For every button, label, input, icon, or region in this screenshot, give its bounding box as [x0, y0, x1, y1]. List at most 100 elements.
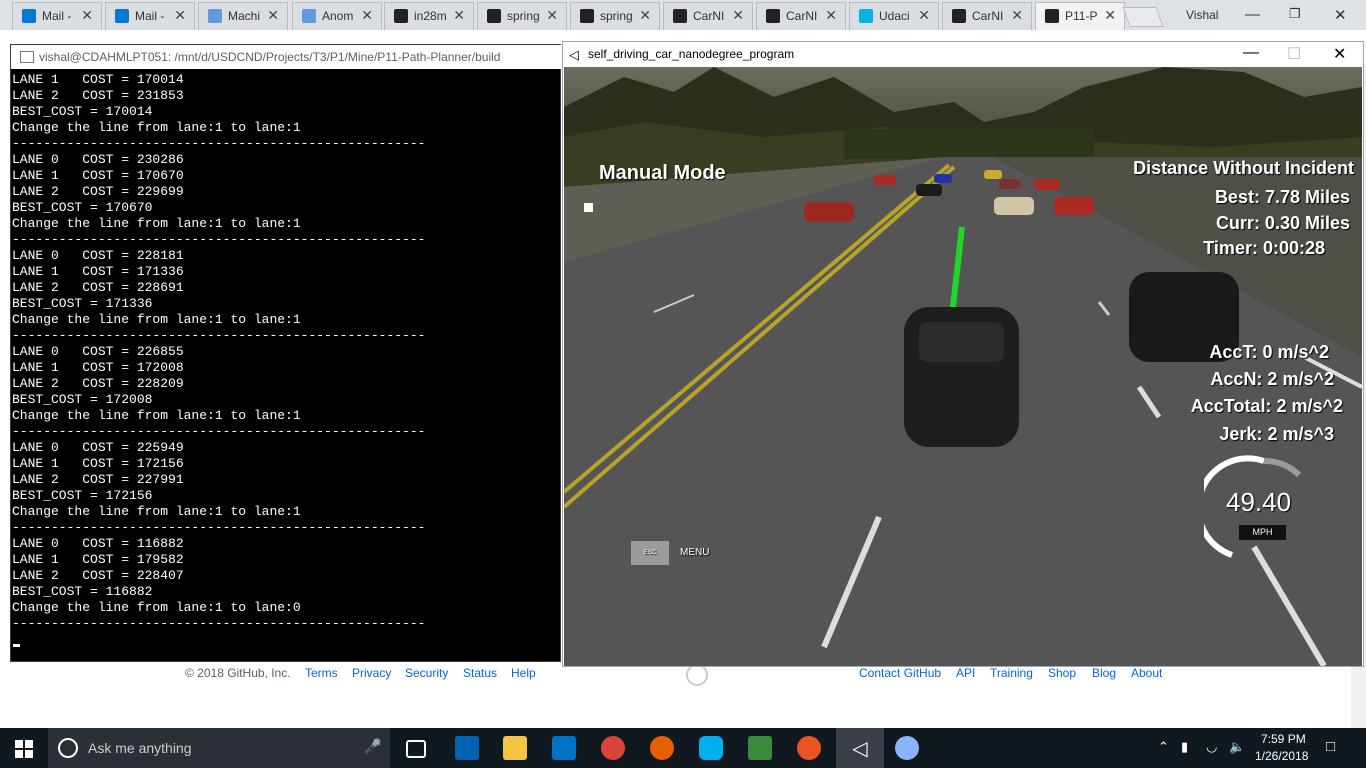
simulator-titlebar[interactable]: ◁ self_driving_car_nanodegree_program — … — [563, 42, 1363, 66]
store-icon[interactable] — [455, 736, 479, 760]
firefox-icon[interactable] — [650, 736, 674, 760]
task-view-icon[interactable] — [406, 740, 426, 758]
browser-tab[interactable]: P11-P ✕ — [1035, 2, 1125, 30]
terminal-cursor — [13, 644, 20, 647]
tab-close-icon[interactable]: ✕ — [546, 7, 558, 24]
tab-favicon-icon — [859, 9, 873, 23]
close-icon[interactable]: ✕ — [1334, 6, 1347, 24]
cortana-icon — [58, 738, 78, 758]
chart-app-icon[interactable] — [748, 736, 772, 760]
tab-label: spring — [600, 9, 633, 23]
terminal-line: LANE 1 COST = 172156 — [12, 456, 184, 471]
chevron-up-icon[interactable]: ⌃ — [1158, 739, 1169, 755]
volume-icon[interactable]: 🔈 — [1229, 739, 1245, 755]
tab-close-icon[interactable]: ✕ — [267, 7, 279, 24]
minimize-icon[interactable]: — — [1243, 44, 1259, 62]
footer-link-privacy[interactable]: Privacy — [352, 666, 391, 680]
browser-tab[interactable]: Machi ✕ — [198, 2, 288, 30]
tab-close-icon[interactable]: ✕ — [732, 7, 744, 24]
footer-link-shop[interactable]: Shop — [1048, 666, 1076, 680]
terminal-line: LANE 0 COST = 230286 — [12, 152, 184, 167]
tab-close-icon[interactable]: ✕ — [1104, 7, 1116, 24]
browser-tab[interactable]: spring ✕ — [570, 2, 660, 30]
tab-close-icon[interactable]: ✕ — [174, 7, 186, 24]
browser-tab[interactable]: Mail - ✕ — [105, 2, 195, 30]
terminal-line: BEST_COST = 171336 — [12, 296, 153, 311]
terminal-line: LANE 1 COST = 170670 — [12, 168, 184, 183]
browser-tab[interactable]: in28m ✕ — [384, 2, 474, 30]
tab-favicon-icon — [208, 9, 222, 23]
footer-link-contact[interactable]: Contact GitHub — [859, 666, 941, 680]
paint-icon[interactable] — [895, 736, 919, 760]
profile-name[interactable]: Vishal — [1186, 8, 1218, 22]
unity-icon: ◁ — [852, 738, 868, 760]
terminal-titlebar[interactable]: vishal@CDAHMLPT051: /mnt/d/USDCND/Projec… — [11, 45, 562, 69]
windows-start-icon[interactable] — [15, 740, 33, 758]
footer-link-about[interactable]: About — [1131, 666, 1162, 680]
browser-tab[interactable]: CarNI ✕ — [663, 2, 753, 30]
tab-close-icon[interactable]: ✕ — [639, 7, 651, 24]
tab-label: Mail - — [135, 9, 165, 23]
browser-tab[interactable]: Udaci ✕ — [849, 2, 939, 30]
tab-favicon-icon — [115, 9, 129, 23]
browser-tab[interactable]: CarNI ✕ — [756, 2, 846, 30]
terminal-line: LANE 0 COST = 116882 — [12, 536, 184, 551]
tab-close-icon[interactable]: ✕ — [1011, 7, 1023, 24]
simulator-title: self_driving_car_nanodegree_program — [588, 47, 795, 61]
browser-tab[interactable]: CarNI ✕ — [942, 2, 1032, 30]
current-distance: Curr: 0.30 Miles — [1215, 213, 1350, 233]
new-tab-button[interactable] — [1122, 7, 1164, 27]
menu-label[interactable]: MENU — [680, 547, 709, 558]
tab-favicon-icon — [22, 9, 36, 23]
ubuntu-icon[interactable] — [797, 736, 821, 760]
terminal-window[interactable]: vishal@CDAHMLPT051: /mnt/d/USDCND/Projec… — [10, 44, 562, 662]
notifications-icon[interactable]: □ — [1326, 738, 1335, 755]
tab-close-icon[interactable]: ✕ — [918, 7, 930, 24]
footer-link-security[interactable]: Security — [405, 666, 448, 680]
terminal-line: LANE 2 COST = 228691 — [12, 280, 184, 295]
footer-link-api[interactable]: API — [956, 666, 975, 680]
minimize-icon[interactable]: — — [1245, 6, 1260, 23]
acc-t: AccT: 0 m/s^2 — [1209, 342, 1329, 362]
skype-icon[interactable] — [699, 736, 723, 760]
battery-icon[interactable]: ▮ — [1181, 739, 1188, 755]
search-box[interactable]: Ask me anything 🎤 — [48, 728, 390, 768]
tab-favicon-icon — [487, 9, 501, 23]
chrome-icon[interactable] — [601, 736, 625, 760]
tab-close-icon[interactable]: ✕ — [361, 7, 373, 24]
esc-key-button[interactable]: ESC — [631, 541, 669, 565]
outlook-icon[interactable] — [552, 736, 576, 760]
clock-time[interactable]: 7:59 PM — [1261, 732, 1306, 746]
tab-close-icon[interactable]: ✕ — [453, 7, 465, 24]
footer-link-terms[interactable]: Terms — [305, 666, 338, 680]
browser-tab[interactable]: spring ✕ — [477, 2, 567, 30]
microphone-icon[interactable]: 🎤 — [364, 738, 381, 755]
wifi-icon[interactable]: ◡ — [1206, 739, 1217, 755]
footer-link-status[interactable]: Status — [463, 666, 497, 680]
tab-favicon-icon — [952, 9, 966, 23]
restore-icon[interactable]: ❐ — [1289, 6, 1301, 22]
tab-close-icon[interactable]: ✕ — [825, 7, 837, 24]
simulator-window[interactable]: ◁ self_driving_car_nanodegree_program — … — [562, 41, 1364, 667]
maximize-icon[interactable]: ☐ — [1287, 44, 1301, 64]
browser-tab[interactable]: Mail - ✕ — [12, 2, 102, 30]
manual-mode-checkbox[interactable] — [584, 203, 593, 212]
terminal-line: LANE 2 COST = 227991 — [12, 472, 184, 487]
terminal-output[interactable]: LANE 1 COST = 170014 LANE 2 COST = 231853… — [12, 72, 560, 632]
footer-link-training[interactable]: Training — [990, 666, 1033, 680]
terminal-line: ----------------------------------------… — [12, 232, 426, 247]
footer-link-blog[interactable]: Blog — [1092, 666, 1116, 680]
tab-close-icon[interactable]: ✕ — [81, 7, 93, 24]
browser-tab[interactable]: Anom ✕ — [292, 2, 382, 30]
taskbar: Ask me anything 🎤 ◁ ⌃ ▮ ◡ 🔈 7:59 PM 1/26… — [0, 728, 1366, 768]
tab-label: in28m — [414, 9, 447, 23]
footer-link-help[interactable]: Help — [511, 666, 536, 680]
clock-date[interactable]: 1/26/2018 — [1255, 749, 1308, 763]
file-explorer-icon[interactable] — [503, 736, 527, 760]
terminal-line: LANE 0 COST = 225949 — [12, 440, 184, 455]
close-icon[interactable]: ✕ — [1333, 44, 1346, 64]
tab-label: CarNI — [693, 9, 725, 23]
unity-taskbar-button[interactable]: ◁ — [836, 728, 884, 768]
terminal-line: Change the line from lane:1 to lane:1 — [12, 504, 301, 519]
simulator-viewport[interactable]: Manual Mode Distance Without Incident Be… — [564, 67, 1362, 666]
